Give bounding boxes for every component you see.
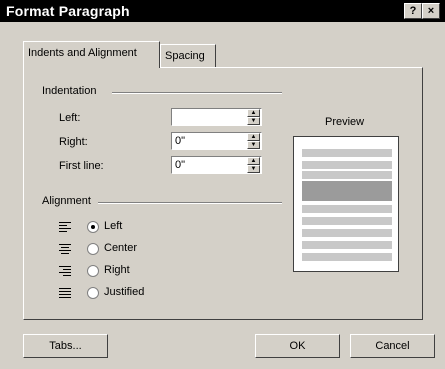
spin-down-icon[interactable]: ▼: [247, 141, 260, 149]
tab-label: Spacing: [165, 50, 205, 62]
spin-down-icon[interactable]: ▼: [247, 117, 260, 125]
window-title: Format Paragraph: [6, 3, 130, 19]
title-bar[interactable]: Format Paragraph ? ×: [0, 0, 445, 22]
align-justified-radio[interactable]: [87, 287, 99, 299]
first-line-indent-input[interactable]: [173, 158, 249, 172]
align-left-radio[interactable]: [87, 221, 99, 233]
tab-indents-and-alignment[interactable]: Indents and Alignment: [23, 41, 160, 68]
align-right-radio[interactable]: [87, 265, 99, 277]
spin-up-icon[interactable]: ▲: [247, 133, 260, 141]
spin-down-icon[interactable]: ▼: [247, 165, 260, 173]
align-center-icon: [59, 244, 71, 255]
align-center-radio[interactable]: [87, 243, 99, 255]
spin-up-icon[interactable]: ▲: [247, 109, 260, 117]
left-label: Left:: [59, 112, 81, 124]
ok-button[interactable]: OK: [255, 334, 340, 358]
indentation-divider: [112, 92, 282, 94]
align-right-label: Right: [104, 264, 130, 276]
help-icon[interactable]: ?: [404, 3, 422, 19]
right-indent-input[interactable]: [173, 134, 249, 148]
right-label: Right:: [59, 136, 88, 148]
align-justified-label: Justified: [104, 286, 145, 298]
align-right-icon: [59, 266, 71, 277]
indentation-group-label: Indentation: [42, 85, 97, 97]
first-line-label: First line:: [59, 160, 104, 172]
alignment-divider: [98, 202, 282, 204]
spin-up-icon[interactable]: ▲: [247, 157, 260, 165]
preview-highlight-paragraph: [302, 181, 392, 201]
tabs-button[interactable]: Tabs...: [23, 334, 108, 358]
close-icon[interactable]: ×: [422, 3, 440, 19]
align-justify-icon: [59, 288, 71, 299]
left-indent-input[interactable]: [173, 110, 189, 124]
tab-label: Indents and Alignment: [28, 47, 137, 59]
cancel-button[interactable]: Cancel: [350, 334, 435, 358]
tab-spacing[interactable]: Spacing: [160, 44, 216, 68]
preview-label: Preview: [325, 116, 365, 128]
preview-pane: [293, 136, 399, 272]
alignment-group-label: Alignment: [42, 195, 91, 207]
first-line-indent-spinner[interactable]: ▲ ▼: [171, 156, 262, 174]
right-indent-spinner[interactable]: ▲ ▼: [171, 132, 262, 150]
align-center-label: Center: [104, 242, 138, 254]
left-indent-spinner[interactable]: ▲ ▼: [171, 108, 262, 126]
align-left-label: Left: [104, 220, 123, 232]
align-left-icon: [59, 222, 71, 233]
